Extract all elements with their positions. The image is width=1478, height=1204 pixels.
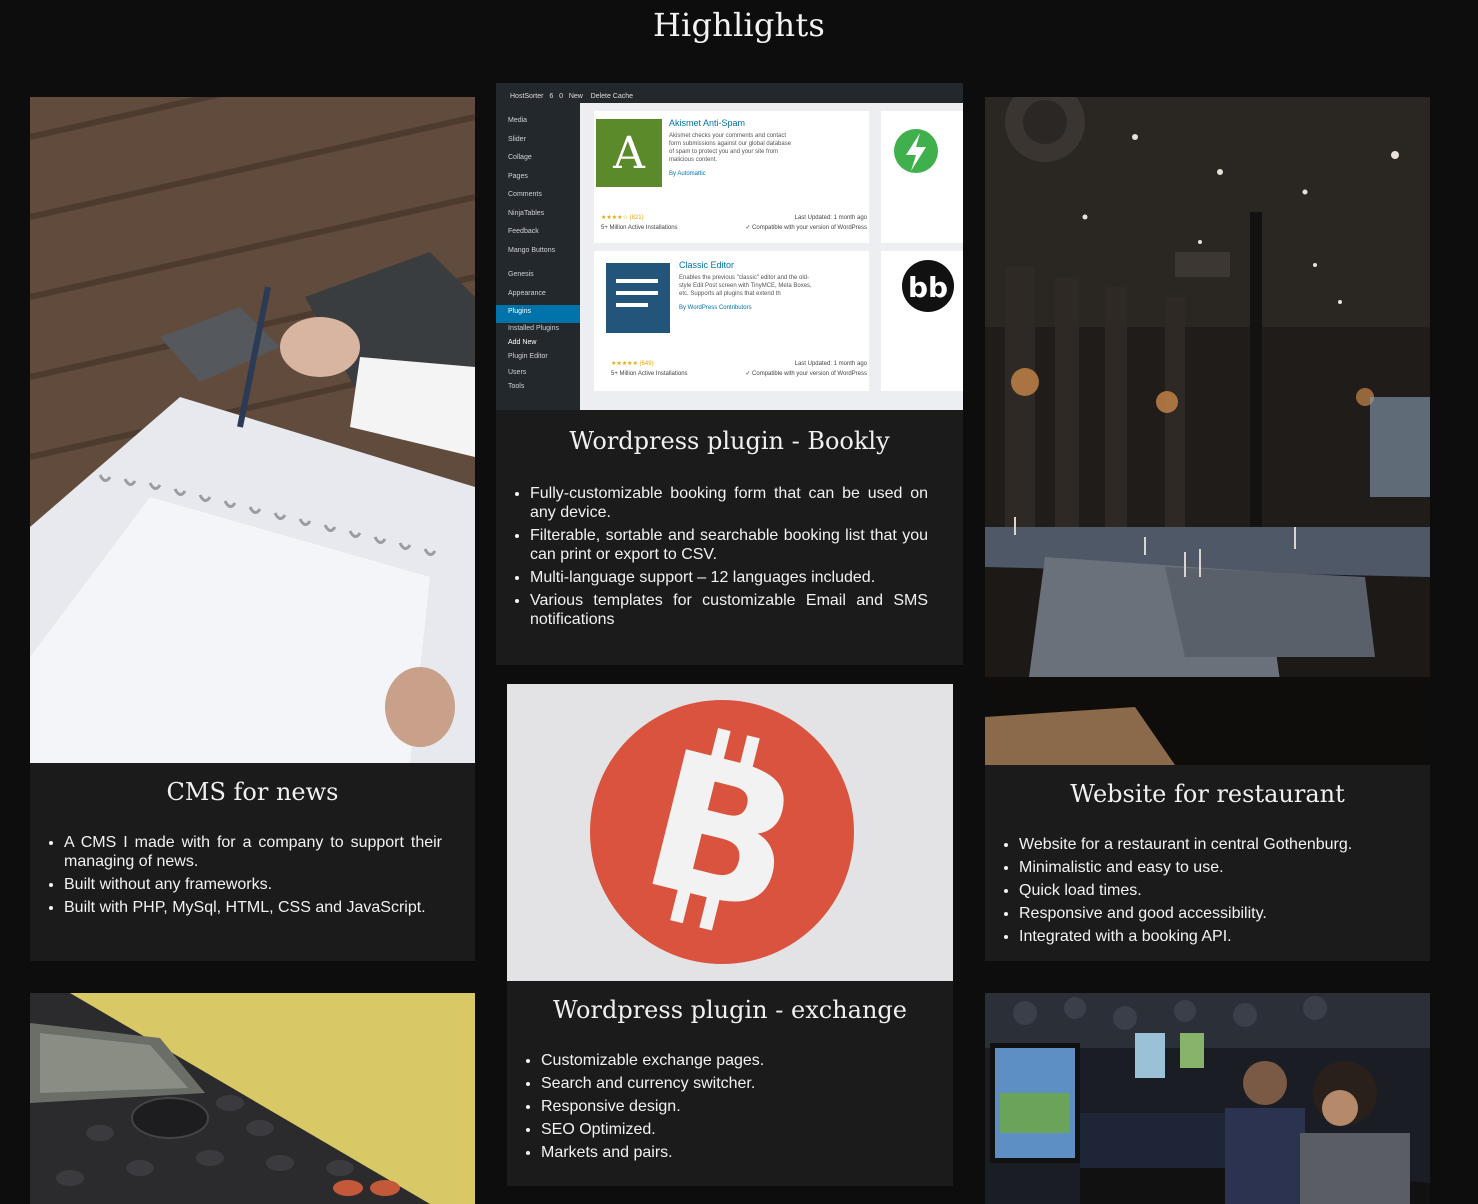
menu-item: Comments xyxy=(508,191,542,198)
svg-text:A: A xyxy=(612,128,646,179)
list-item: Customizable exchange pages. xyxy=(541,1051,941,1070)
menu-subitem: Installed Plugins xyxy=(508,324,559,332)
list-item: Built without any frameworks. xyxy=(64,875,442,894)
rating: ★★★★☆ (821) xyxy=(601,215,644,221)
svg-text:bb: bb xyxy=(908,271,948,304)
card-title: Wordpress plugin - exchange xyxy=(553,996,907,1024)
gaming-image xyxy=(985,993,1430,1204)
list-item: Built with PHP, MySql, HTML, CSS and Jav… xyxy=(64,898,442,917)
topbar-comments: 0 xyxy=(559,93,563,100)
feature-list: Fully-customizable booking form that can… xyxy=(496,484,928,633)
restaurant-image xyxy=(985,97,1430,765)
list-item: Minimalistic and easy to use. xyxy=(1019,858,1419,877)
menu-item: NinjaTables xyxy=(508,209,545,217)
plugin-desc: Akismet checks your comments and contact… xyxy=(669,133,792,163)
menu-subitem: Add New xyxy=(508,338,537,346)
card-title: Wordpress plugin - Bookly xyxy=(569,427,890,455)
plugin-desc: Enables the previous "classic" editor an… xyxy=(679,275,812,297)
plugin-name: Akismet Anti-Spam xyxy=(669,118,746,128)
project-card-gaming[interactable] xyxy=(985,993,1430,1204)
menu-item: Appearance xyxy=(508,289,546,297)
menu-item: Tools xyxy=(508,383,525,390)
plugin-author: By Automattic xyxy=(669,171,706,177)
list-item: Filterable, sortable and searchable book… xyxy=(530,526,928,564)
menu-item: Pages xyxy=(508,172,528,180)
project-card-calculator[interactable] xyxy=(30,993,475,1204)
screenshot-admin-menu: Media Slider Collage Pages Comments Ninj… xyxy=(508,112,580,392)
plugin-akismet: Akismet Anti-Spam Akismet checks your co… xyxy=(669,119,859,178)
card-title: CMS for news xyxy=(166,778,339,806)
project-card-bookly[interactable]: A bb HostSorter 6 0 New Delete Cache Med… xyxy=(496,83,963,665)
bookly-image: A bb HostSorter 6 0 New Delete Cache Med… xyxy=(496,83,963,410)
feature-list: A CMS I made with for a company to suppo… xyxy=(30,833,442,921)
plugin-akismet-footer: ★★★★☆ (821) Last Updated: 1 month ago 5+ … xyxy=(601,213,867,233)
plugin-classic-editor: Classic Editor Enables the previous "cla… xyxy=(679,261,859,312)
last-updated: Last Updated: 1 month ago xyxy=(794,215,867,221)
installs: 5+ Million Active Installations xyxy=(611,371,688,377)
menu-subitem: Plugin Editor xyxy=(508,352,548,360)
calculator-image xyxy=(30,993,475,1204)
list-item: SEO Optimized. xyxy=(541,1120,941,1139)
menu-item: Plugins xyxy=(508,308,531,315)
project-card-exchange[interactable]: B Wordpress plugin - exchange Customizab… xyxy=(507,684,953,1186)
screenshot-topbar: HostSorter 6 0 New Delete Cache xyxy=(510,93,633,100)
project-card-cms-news[interactable]: CMS for news A CMS I made with for a com… xyxy=(30,97,475,961)
project-card-restaurant[interactable]: Website for restaurant Website for a res… xyxy=(985,97,1430,961)
card-title: Website for restaurant xyxy=(1070,780,1345,808)
list-item: A CMS I made with for a company to suppo… xyxy=(64,833,442,871)
menu-item: Feedback xyxy=(508,228,539,235)
topbar-site: HostSorter xyxy=(510,93,544,100)
feature-list: Customizable exchange pages. Search and … xyxy=(507,1051,941,1166)
last-updated: Last Updated: 1 month ago xyxy=(794,361,867,367)
menu-item: Users xyxy=(508,368,527,376)
list-item: Various templates for customizable Email… xyxy=(530,591,928,629)
topbar-new: New xyxy=(568,93,583,100)
topbar-updates: 6 xyxy=(549,93,554,100)
plugin-author: By WordPress Contributors xyxy=(679,305,752,311)
menu-item: Slider xyxy=(508,135,526,143)
bitcoin-image: B xyxy=(507,684,953,981)
plugin-name: Classic Editor xyxy=(679,260,735,270)
list-item: Markets and pairs. xyxy=(541,1143,941,1162)
menu-item: Genesis xyxy=(508,271,534,278)
menu-item: Media xyxy=(508,117,528,124)
page-title: Highlights xyxy=(652,6,826,44)
list-item: Quick load times. xyxy=(1019,881,1419,900)
list-item: Search and currency switcher. xyxy=(541,1074,941,1093)
menu-item: Mango Buttons xyxy=(508,246,556,254)
list-item: Responsive design. xyxy=(541,1097,941,1116)
cms-news-image xyxy=(30,97,475,763)
rating: ★★★★★ (649) xyxy=(611,361,654,367)
topbar-cache: Delete Cache xyxy=(590,93,634,100)
plugin-classic-editor-footer: ★★★★★ (649) Last Updated: 1 month ago 5+ … xyxy=(611,359,867,379)
list-item: Website for a restaurant in central Goth… xyxy=(1019,835,1419,854)
list-item: Integrated with a booking API. xyxy=(1019,927,1419,946)
list-item: Responsive and good accessibility. xyxy=(1019,904,1419,923)
menu-item: Collage xyxy=(508,154,532,161)
compatible: ✓ Compatible with your version of WordPr… xyxy=(745,371,867,377)
installs: 5+ Million Active Installations xyxy=(601,225,678,231)
compatible: ✓ Compatible with your version of WordPr… xyxy=(745,225,867,231)
feature-list: Website for a restaurant in central Goth… xyxy=(985,835,1419,950)
list-item: Fully-customizable booking form that can… xyxy=(530,484,928,522)
list-item: Multi-language support – 12 languages in… xyxy=(530,568,928,587)
